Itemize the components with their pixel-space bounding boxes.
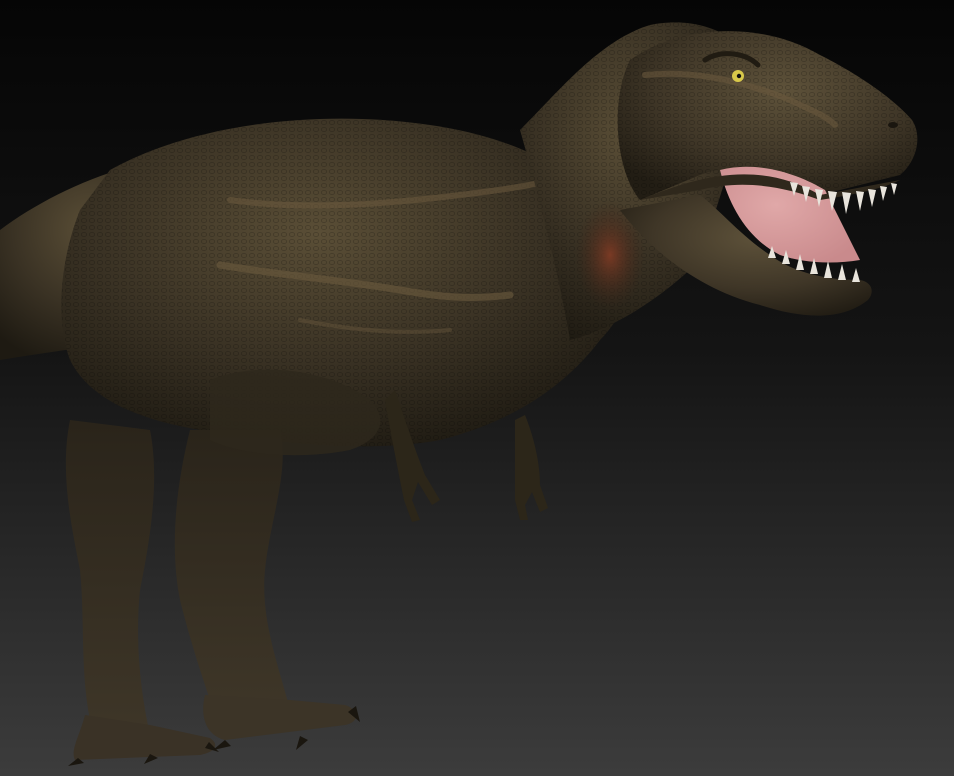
dinosaur-render	[0, 0, 954, 776]
render-viewport	[0, 0, 954, 776]
nostril	[888, 122, 898, 128]
eye-pupil	[736, 73, 742, 79]
